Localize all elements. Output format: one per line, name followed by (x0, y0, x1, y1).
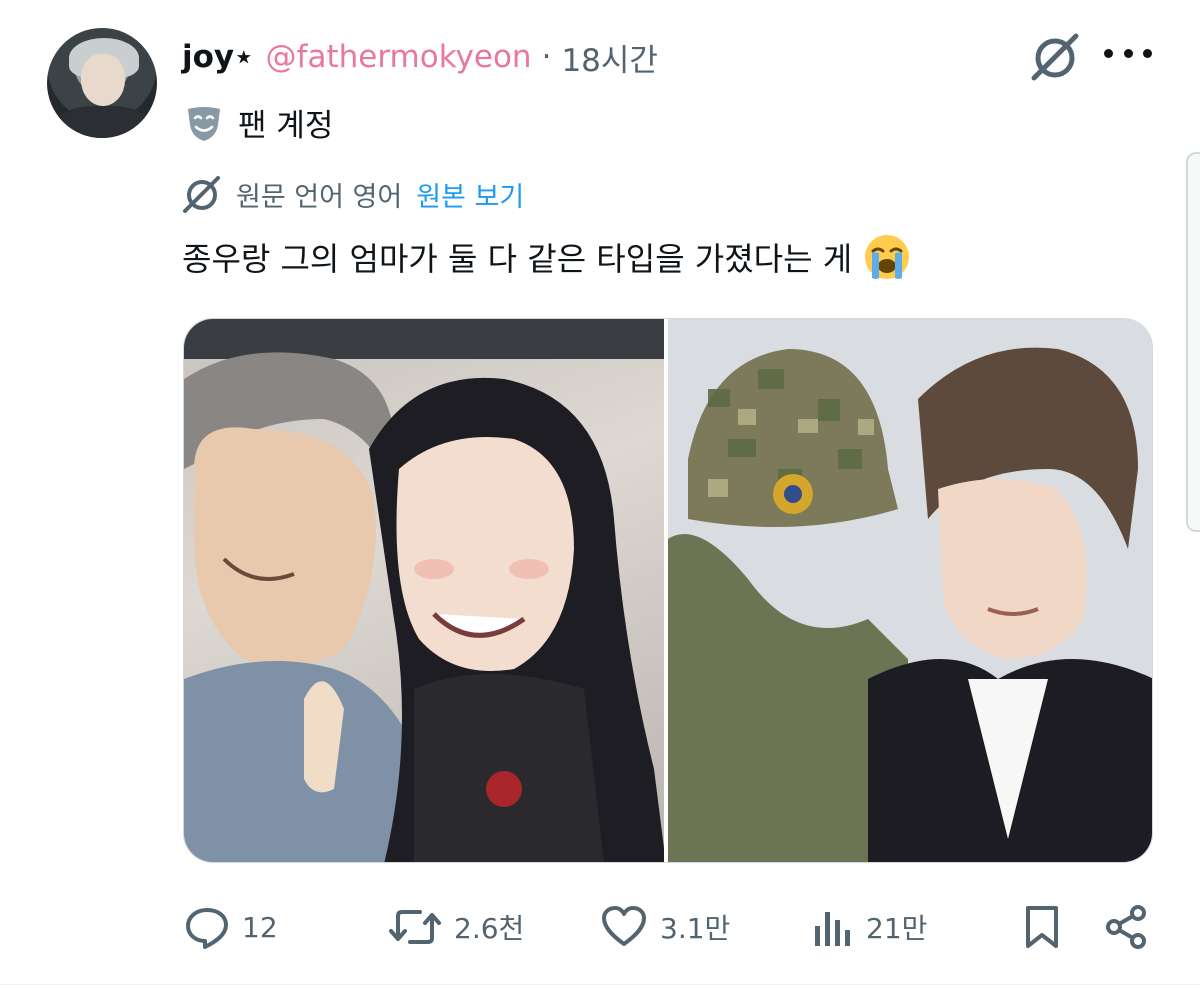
grok-translate-icon (183, 176, 220, 213)
share-button[interactable] (1104, 902, 1162, 952)
views-bar-chart-icon (815, 912, 850, 946)
illustration-soldier-and-man-icon (668, 319, 1152, 862)
media-image-left[interactable] (184, 319, 665, 862)
media-divider (664, 319, 666, 862)
illustration-couple-selfie-icon (184, 319, 665, 862)
like-count: 3.1만 (660, 912, 731, 945)
grok-icon[interactable] (1028, 30, 1082, 84)
post-text: 종우랑 그의 엄마가 둘 다 같은 타입을 가졌다는 게 (182, 232, 912, 282)
fan-account-label: 팬 계정 (184, 100, 333, 145)
post-time[interactable]: 18시간 (561, 35, 658, 80)
display-name[interactable]: joy⋆ (182, 39, 254, 75)
post-text-content: 종우랑 그의 엄마가 둘 다 같은 타입을 가졌다는 게 (182, 240, 853, 278)
reply-count: 12 (242, 910, 278, 944)
avatar-face (81, 54, 125, 106)
theater-mask-icon (188, 106, 220, 141)
like-button[interactable]: 3.1만 (600, 902, 730, 952)
repost-icon (389, 910, 441, 944)
bottom-divider (0, 984, 1200, 985)
views-count: 21만 (866, 912, 928, 945)
fan-account-text: 팬 계정 (238, 108, 334, 144)
media-image-right[interactable] (668, 319, 1152, 862)
user-handle[interactable]: @fathermokyeon (266, 39, 532, 75)
avatar-coat (55, 106, 151, 138)
reply-icon (186, 908, 228, 949)
repost-count: 2.6천 (454, 912, 525, 945)
source-language: 원문 언어 영어 (236, 181, 403, 213)
post-header: joy⋆ @fathermokyeon · 18시간 (182, 35, 658, 80)
translation-row: 원문 언어 영어 원본 보기 (180, 172, 524, 216)
show-original-link[interactable]: 원본 보기 (416, 175, 524, 214)
bookmark-button[interactable] (1022, 902, 1074, 952)
avatar[interactable] (47, 28, 157, 138)
views-button[interactable]: 21만 (812, 902, 927, 952)
post-actions: 12 2.6천 3.1만 21만 (0, 902, 1200, 952)
repost-button[interactable]: 2.6천 (388, 902, 524, 952)
more-dots-icon[interactable] (1104, 38, 1152, 68)
bookmark-icon (1026, 906, 1058, 948)
share-icon (1106, 905, 1146, 949)
header-separator: · (541, 39, 552, 75)
post-media[interactable] (183, 318, 1153, 863)
scrollbar[interactable] (1186, 152, 1200, 532)
loudly-crying-face-icon (865, 235, 910, 279)
reply-button[interactable]: 12 (184, 902, 278, 952)
heart-icon (602, 906, 646, 946)
